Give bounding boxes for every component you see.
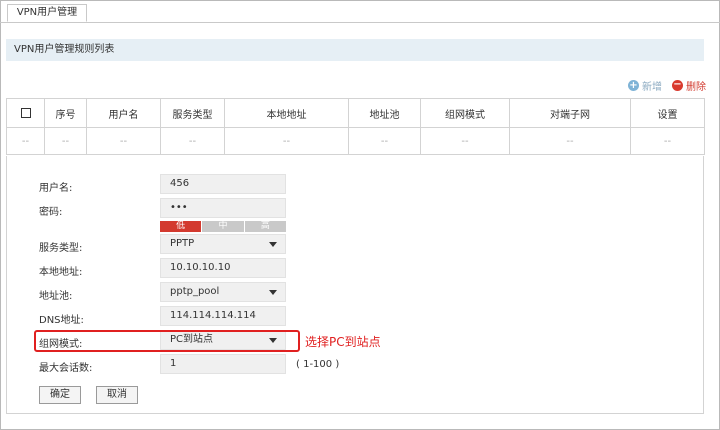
- max-sessions-range: ( 1-100 ): [296, 359, 340, 370]
- local-address-label: 本地地址:: [39, 267, 83, 278]
- annotation-text: 选择PC到站点: [305, 335, 381, 349]
- table-actions: + 新增 − 删除: [628, 78, 706, 93]
- table-row: -- -- -- -- -- -- -- -- --: [6, 127, 705, 155]
- table-cell: --: [348, 127, 421, 155]
- table-header-row: 序号 用户名 服务类型 本地地址 地址池 组网模式 对端子网 设置: [6, 98, 705, 128]
- select-all-cell: [6, 98, 45, 128]
- confirm-button[interactable]: 确定: [39, 386, 81, 404]
- strength-mid: 中: [202, 221, 244, 232]
- max-sessions-label: 最大会话数:: [39, 363, 93, 374]
- table-cell: --: [420, 127, 510, 155]
- col-header-settings: 设置: [630, 98, 705, 128]
- delete-label: 删除: [686, 81, 706, 93]
- add-label: 新增: [642, 81, 662, 93]
- col-header-address-pool: 地址池: [348, 98, 421, 128]
- password-strength-meter: 低 中 高: [160, 221, 286, 232]
- edit-form: [6, 156, 704, 414]
- service-type-label: 服务类型:: [39, 243, 83, 254]
- dns-address-input[interactable]: 114.114.114.114: [160, 306, 286, 326]
- vpn-user-table: 序号 用户名 服务类型 本地地址 地址池 组网模式 对端子网 设置 -- -- …: [6, 98, 705, 155]
- col-header-local-address: 本地地址: [224, 98, 349, 128]
- table-cell: --: [224, 127, 349, 155]
- table-cell: --: [6, 127, 45, 155]
- col-header-service-type: 服务类型: [160, 98, 225, 128]
- username-input[interactable]: 456: [160, 174, 286, 194]
- cancel-button[interactable]: 取消: [96, 386, 138, 404]
- tab-bar: VPN用户管理: [0, 0, 720, 23]
- password-label: 密码:: [39, 207, 63, 218]
- table-cell: --: [509, 127, 631, 155]
- table-cell: --: [160, 127, 225, 155]
- table-cell: --: [86, 127, 161, 155]
- password-input[interactable]: •••: [160, 198, 286, 218]
- username-label: 用户名:: [39, 183, 73, 194]
- strength-high: 高: [244, 221, 286, 232]
- col-header-index: 序号: [44, 98, 87, 128]
- dns-address-label: DNS地址:: [39, 315, 84, 326]
- tab-vpn-user-management[interactable]: VPN用户管理: [7, 4, 87, 22]
- local-address-input[interactable]: 10.10.10.10: [160, 258, 286, 278]
- plus-icon: +: [628, 79, 639, 91]
- table-cell: --: [44, 127, 87, 155]
- address-pool-select[interactable]: pptp_pool: [160, 282, 286, 302]
- address-pool-label: 地址池:: [39, 291, 73, 302]
- max-sessions-input[interactable]: 1: [160, 354, 286, 374]
- col-header-network-mode: 组网模式: [420, 98, 510, 128]
- table-cell: --: [630, 127, 705, 155]
- select-all-checkbox[interactable]: [20, 107, 31, 118]
- col-header-username: 用户名: [86, 98, 161, 128]
- highlight-box: [34, 330, 300, 352]
- delete-button[interactable]: − 删除: [672, 78, 706, 93]
- col-header-peer-subnet: 对端子网: [509, 98, 631, 128]
- service-type-select[interactable]: PPTP: [160, 234, 286, 254]
- minus-icon: −: [672, 78, 683, 91]
- section-title: VPN用户管理规则列表: [6, 39, 704, 61]
- add-button[interactable]: + 新增: [628, 78, 662, 93]
- strength-low: 低: [160, 221, 202, 232]
